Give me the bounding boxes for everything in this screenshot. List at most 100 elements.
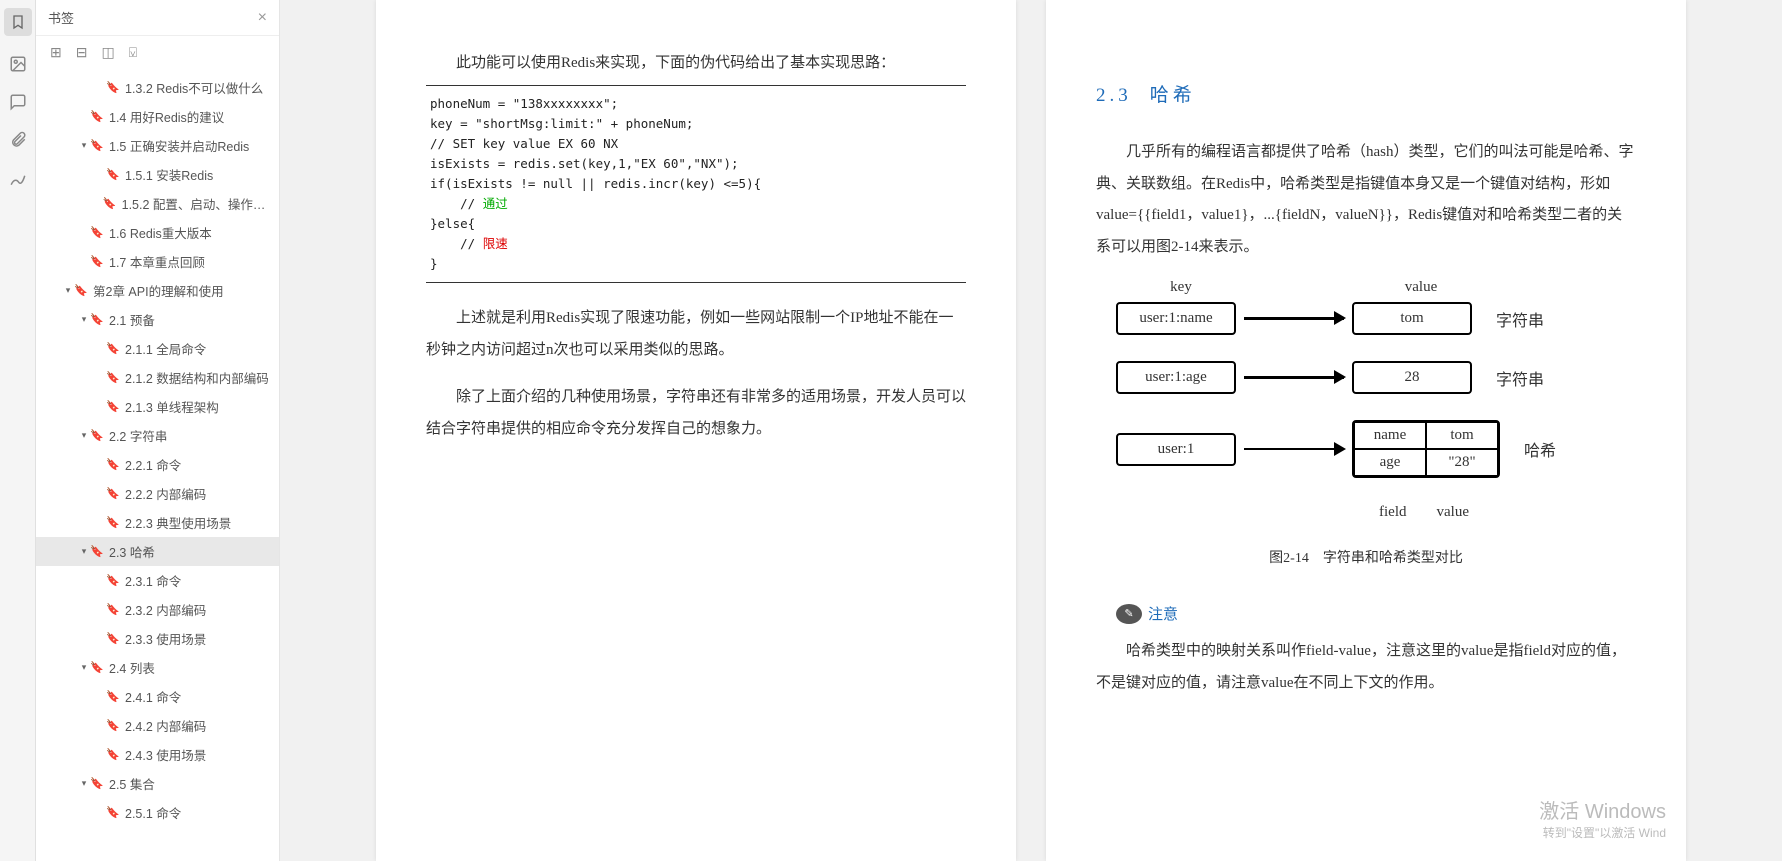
bookmark-item[interactable]: 🔖2.2.1 命令 [36,450,279,479]
chevron-down-icon[interactable]: ▾ [78,430,90,441]
bookmark-item[interactable]: ▾🔖2.5 集合 [36,769,279,798]
bookmark-item[interactable]: 🔖 2.4.1 命令 [36,682,279,711]
sidebar-toolbar: ⊞ ⊟ ◫ ⍌ [36,36,279,69]
bookmark-item[interactable]: 🔖 1.6 Redis重大版本 [36,218,279,247]
chevron-down-icon[interactable]: ▾ [78,778,90,789]
bookmark-label: 2.2.2 内部编码 [125,484,206,503]
figure-caption: 图2-14 字符串和哈希类型对比 [1096,547,1636,567]
bookmark-item[interactable]: 🔖2.3.2 内部编码 [36,595,279,624]
chevron-down-icon[interactable]: ▾ [78,140,90,151]
bookmark-item[interactable]: 🔖2.4.2 内部编码 [36,711,279,740]
bookmark-item[interactable]: 🔖 2.1.1 全局命令 [36,334,279,363]
bookmark-label: 1.4 用好Redis的建议 [109,107,224,126]
diag-type-3: 哈希 [1524,437,1556,461]
bookmark-tree[interactable]: 🔖1.3.2 Redis不可以做什么🔖1.4 用好Redis的建议▾🔖1.5 正… [36,69,279,861]
attachment-icon[interactable] [8,130,28,150]
bookmark-label: 1.6 Redis重大版本 [109,223,212,242]
bookmark-label: 2.1.3 单线程架构 [125,397,219,416]
paragraph-r1: 几乎所有的编程语言都提供了哈希（hash）类型，它们的叫法可能是哈希、字典、关联… [1096,137,1636,263]
bookmark-item[interactable]: ▾🔖第2章 API的理解和使用 [36,276,279,305]
bookmark-icon: 🔖 [90,429,104,442]
chevron-down-icon[interactable]: ▾ [78,546,90,557]
bookmark-icon: 🔖 [90,226,104,239]
bookmark-label: 2.3.1 命令 [125,571,181,590]
section-heading: 2.3哈希 [1096,80,1636,107]
bookmark-item[interactable]: 🔖2.3.3 使用场景 [36,624,279,653]
bookmark-item[interactable]: 🔖 2.1.2 数据结构和内部编码 [36,363,279,392]
bookmark-icon: 🔖 [90,255,104,268]
bookmark-remove-icon[interactable]: ⍌ [129,44,137,61]
bookmark-icon: 🔖 [103,197,117,210]
bookmark-item[interactable]: 🔖 2.2.3 典型使用场景 [36,508,279,537]
bookmark-item[interactable]: 🔖1.7 本章重点回顾 [36,247,279,276]
bookmark-label: 2.1.2 数据结构和内部编码 [125,368,269,387]
bookmark-item[interactable]: ▾🔖 2.4 列表 [36,653,279,682]
bookmark-label: 2.4 列表 [109,658,155,677]
bookmark-item[interactable]: 🔖 1.4 用好Redis的建议 [36,102,279,131]
bookmark-item[interactable]: 🔖1.5.2 配置、启动、操作、关闭Redis [36,189,279,218]
bookmark-icon: 🔖 [90,110,104,123]
collapse-all-icon[interactable]: ⊟ [76,44,88,61]
bookmark-item[interactable]: 🔖2.4.3 使用场景 [36,740,279,769]
bookmark-item[interactable]: 🔖1.3.2 Redis不可以做什么 [36,73,279,102]
diag-type-1: 字符串 [1496,307,1544,331]
hash-col-labels: field value [1348,504,1500,521]
bookmark-icon: 🔖 [106,342,120,355]
bookmark-icon: 🔖 [106,458,120,471]
bookmark-item[interactable]: 🔖2.3.1 命令 [36,566,279,595]
bookmark-icon: 🔖 [106,690,120,703]
bookmark-label: 1.5 正确安装并启动Redis [109,136,249,155]
document-viewport[interactable]: 此功能可以使用Redis来实现，下面的伪代码给出了基本实现思路： phoneNu… [280,0,1782,861]
signature-icon[interactable] [8,168,28,188]
bookmark-item[interactable]: ▾🔖2.1 预备 [36,305,279,334]
sidebar-title: 书签 [48,8,74,27]
bookmark-icon: 🔖 [90,777,104,790]
thumbnail-icon[interactable] [8,54,28,74]
diag-val-1: tom [1352,302,1472,335]
bookmark-icon: 🔖 [90,661,104,674]
bookmark-label: 2.3.2 内部编码 [125,600,206,619]
bookmark-label: 2.4.1 命令 [125,687,181,706]
comment-icon[interactable] [8,92,28,112]
paragraph-2: 除了上面介绍的几种使用场景，字符串还有非常多的适用场景，开发人员可以结合字符串提… [426,382,966,445]
chevron-down-icon[interactable]: ▾ [78,662,90,673]
bookmark-icon: 🔖 [90,545,104,558]
bookmark-icon: 🔖 [74,284,88,297]
bookmark-item[interactable]: ▾🔖 2.2 字符串 [36,421,279,450]
arrow-icon [1244,448,1344,451]
section-number: 2.3 [1096,85,1132,106]
diag-key-1: user:1:name [1116,302,1236,335]
bookmark-icon[interactable] [4,8,32,36]
bookmark-icon: 🔖 [106,371,120,384]
bookmark-icon: 🔖 [106,81,120,94]
bookmark-label: 2.2.3 典型使用场景 [125,513,231,532]
chevron-down-icon[interactable]: ▾ [62,285,74,296]
bookmark-item[interactable]: 🔖1.5.1 安装Redis [36,160,279,189]
bookmark-item[interactable]: 🔖2.2.2 内部编码 [36,479,279,508]
diag-key-2: user:1:age [1116,361,1236,394]
bookmark-icon: 🔖 [90,139,104,152]
bookmark-icon: 🔖 [106,168,120,181]
diag-val-2: 28 [1352,361,1472,394]
bookmark-item[interactable]: ▾🔖 2.3 哈希 [36,537,279,566]
arrow-icon [1244,376,1344,379]
notice-heading: ✎ 注意 [1116,603,1636,624]
bookmark-item[interactable]: ▾🔖 1.5 正确安装并启动Redis [36,131,279,160]
intro-text: 此功能可以使用Redis来实现，下面的伪代码给出了基本实现思路： [426,50,966,77]
expand-all-icon[interactable]: ⊞ [50,44,62,61]
bookmark-label: 2.2 字符串 [109,426,167,445]
chevron-down-icon[interactable]: ▾ [78,314,90,325]
close-icon[interactable]: × [258,9,267,27]
bookmark-tool-icon[interactable]: ◫ [101,44,114,61]
bookmark-icon: 🔖 [106,516,120,529]
paragraph-r2: 哈希类型中的映射关系叫作field-value，注意这里的value是指fiel… [1096,636,1636,699]
figure-2-14: key value user:1:name tom 字符串 user:1:age… [1116,279,1636,521]
bookmark-item[interactable]: 🔖2.5.1 命令 [36,798,279,827]
notice-icon: ✎ [1116,604,1142,624]
bookmark-icon: 🔖 [106,719,120,732]
hash-table: name tom age "28" [1352,420,1500,478]
bookmark-label: 2.3 哈希 [109,542,155,561]
bookmarks-sidebar: 书签 × ⊞ ⊟ ◫ ⍌ 🔖1.3.2 Redis不可以做什么🔖1.4 用好Re… [36,0,280,861]
bookmark-label: 2.1.1 全局命令 [125,339,206,358]
bookmark-item[interactable]: 🔖2.1.3 单线程架构 [36,392,279,421]
